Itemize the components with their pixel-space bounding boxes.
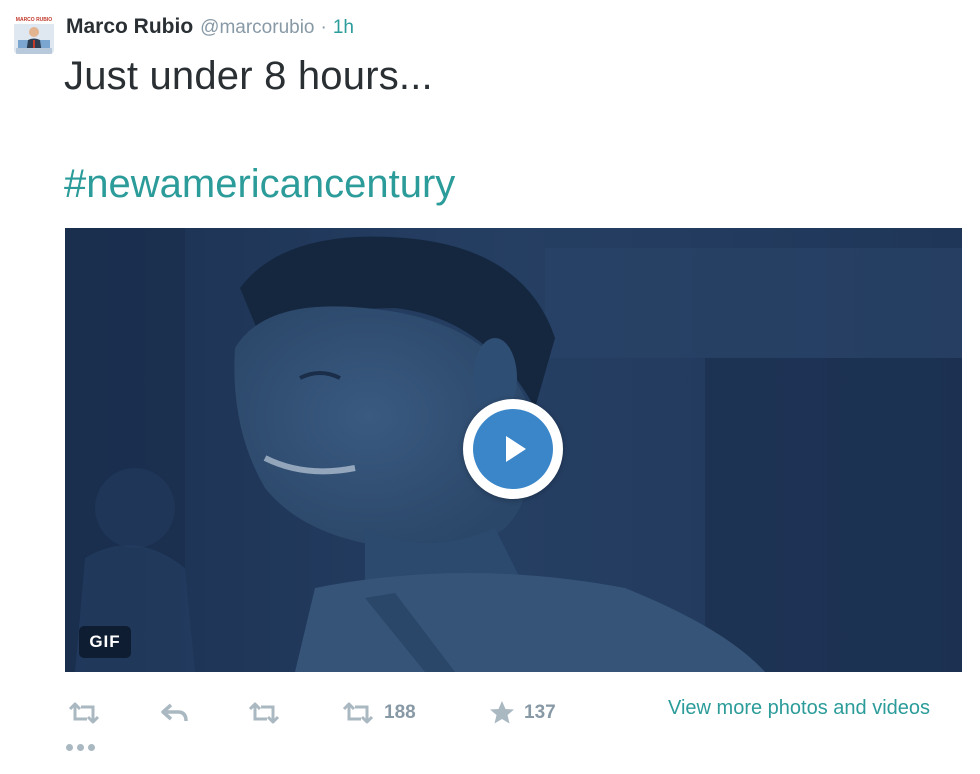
retweet-icon: [248, 702, 280, 724]
gif-badge: GIF: [79, 626, 131, 658]
retweet-count: 188: [384, 702, 416, 723]
favorite-button[interactable]: 137: [488, 698, 556, 728]
header-separator: ·: [320, 17, 327, 38]
dot: [66, 743, 73, 751]
profile-avatar-image: MARCO RUBIO: [14, 14, 54, 54]
more-dots-icon[interactable]: [66, 740, 102, 754]
author-name[interactable]: Marco Rubio: [66, 15, 193, 39]
avatar[interactable]: MARCO RUBIO: [14, 14, 54, 54]
reply-icon: [161, 703, 188, 722]
play-icon: [473, 409, 553, 489]
hashtag-link[interactable]: #newamericancentury: [64, 160, 455, 208]
author-handle[interactable]: @marcorubio: [200, 17, 314, 39]
dot: [88, 743, 95, 751]
dot: [77, 743, 84, 751]
tweet-header: Marco Rubio @marcorubio · 1h: [66, 15, 354, 41]
tweet-timestamp[interactable]: 1h: [333, 17, 354, 39]
media-player[interactable]: GIF: [65, 228, 962, 672]
play-button[interactable]: [463, 399, 563, 499]
retweet-button-2[interactable]: [246, 698, 282, 728]
star-icon: [490, 701, 514, 724]
retweet-icon: [68, 702, 100, 724]
retweet-button-1[interactable]: [66, 698, 102, 728]
retweet-count-button[interactable]: 188: [340, 698, 416, 728]
favorite-count: 137: [524, 702, 556, 723]
view-more-link[interactable]: View more photos and videos: [668, 697, 930, 720]
retweet-icon: [342, 702, 374, 724]
tweet-text: Just under 8 hours...: [64, 54, 433, 98]
reply-button[interactable]: [160, 698, 190, 728]
avatar-logo-text: MARCO RUBIO: [16, 17, 52, 23]
